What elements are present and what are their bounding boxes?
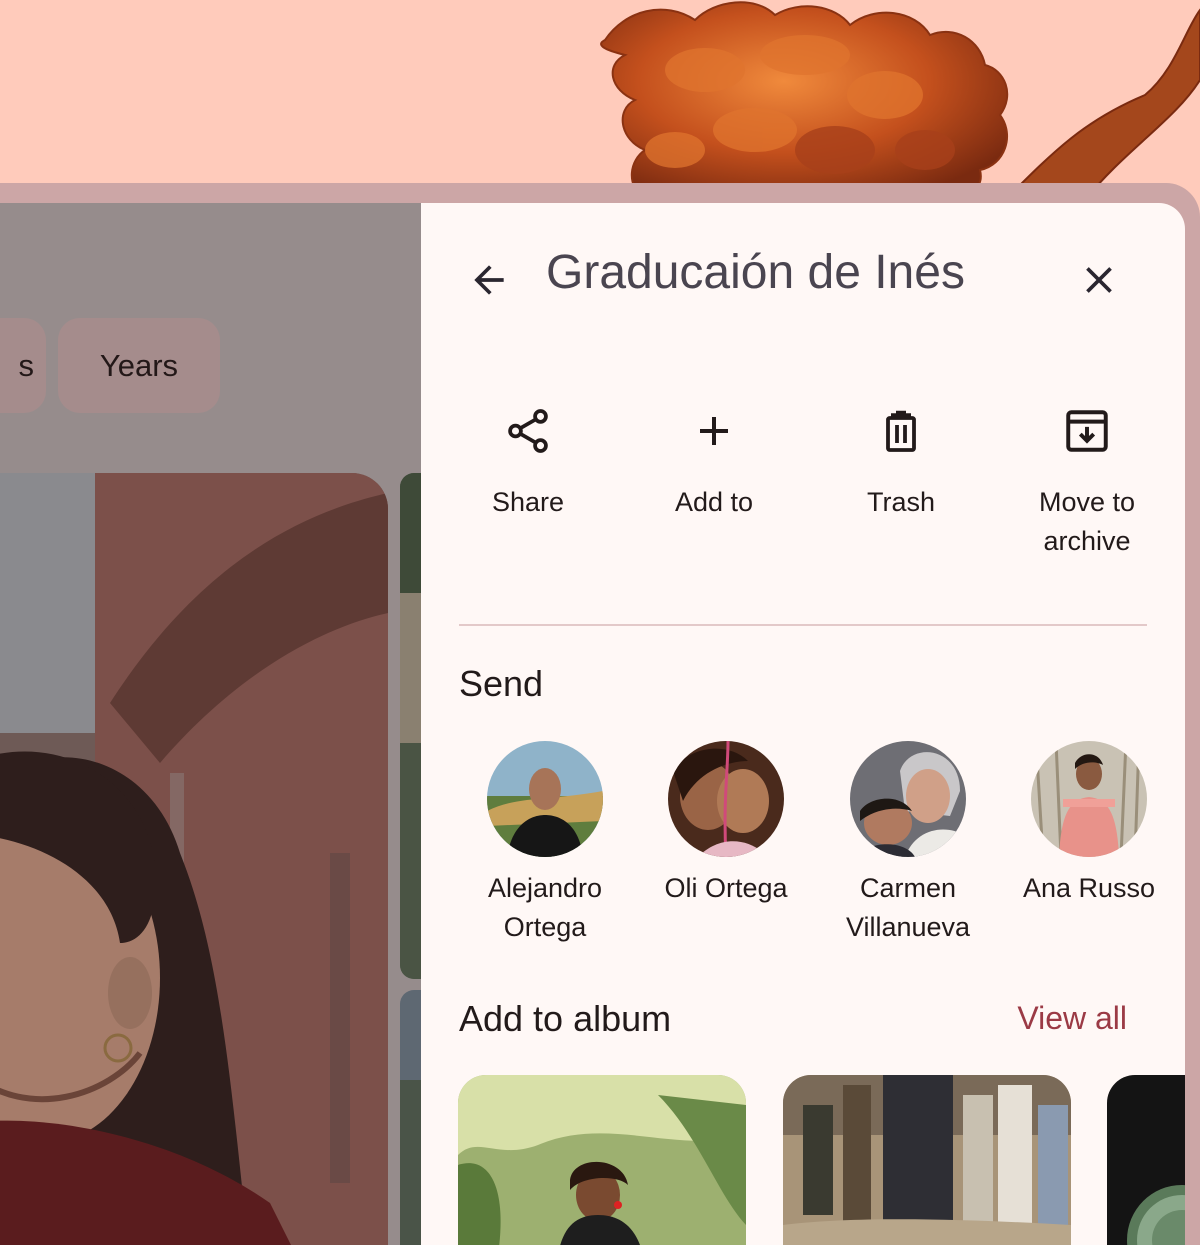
view-all-link[interactable]: View all: [1017, 1000, 1127, 1037]
filter-chip-partial[interactable]: s: [0, 318, 46, 413]
chip-label: Years: [99, 347, 179, 383]
background-app: s Years: [0, 203, 421, 1245]
contact-ana-russo[interactable]: Ana Russo: [1004, 741, 1174, 908]
sheet-header: Graducaión de Inés: [421, 203, 1185, 358]
avatar: [1031, 741, 1147, 857]
add-to-album-title: Add to album: [459, 998, 672, 1039]
avatar: [668, 741, 784, 857]
trash-icon: [886, 410, 916, 452]
quick-actions: Share Add to Trash Move to archive: [421, 403, 1185, 573]
share-icon: [508, 409, 548, 453]
action-label: Add to: [674, 487, 754, 517]
add-to-action[interactable]: Add to: [621, 403, 807, 522]
filter-chip-years[interactable]: Years: [58, 318, 220, 413]
trash-action[interactable]: Trash: [808, 403, 994, 522]
contact-carmen-villanueva[interactable]: Carmen Villanueva: [823, 741, 993, 947]
share-action[interactable]: Share: [435, 403, 621, 522]
plus-icon: [700, 417, 728, 445]
contact-name: Oli Ortega: [664, 873, 788, 903]
section-divider: [459, 624, 1147, 626]
album-thumbnail[interactable]: [1107, 1075, 1185, 1245]
close-icon: [1086, 267, 1112, 293]
device-frame: s Years Graducaión de Inés Share Add to …: [0, 183, 1200, 1245]
chip-label: s: [18, 347, 35, 383]
arrow-back-icon: [474, 265, 504, 295]
photo-main[interactable]: [0, 473, 388, 1245]
sheet-title: Graducaión de Inés: [546, 246, 965, 299]
contact-name: Ana Russo: [1022, 873, 1156, 903]
avatar: [487, 741, 603, 857]
contact-alejandro-ortega[interactable]: Alejandro Ortega: [460, 741, 630, 947]
move-to-archive-action[interactable]: Move to archive: [994, 403, 1180, 561]
contact-name: Alejandro Ortega: [487, 873, 603, 942]
action-label: Move to archive: [1038, 487, 1136, 556]
photo-thumbnail[interactable]: [400, 473, 421, 979]
back-button[interactable]: [459, 250, 519, 310]
photo-details-sheet: Graducaión de Inés Share Add to Trash Mo…: [421, 203, 1185, 1245]
contact-oli-ortega[interactable]: Oli Ortega: [641, 741, 811, 908]
seaweed-illustration: [600, 1, 1200, 200]
action-label: Share: [491, 487, 565, 517]
contact-name: Carmen Villanueva: [845, 873, 971, 942]
action-label: Trash: [866, 487, 935, 517]
album-thumbnail[interactable]: [458, 1075, 746, 1245]
avatar: [850, 741, 966, 857]
archive-icon: [1066, 410, 1108, 452]
close-button[interactable]: [1069, 250, 1129, 310]
album-thumbnail[interactable]: [783, 1075, 1071, 1245]
photo-thumbnail[interactable]: [400, 990, 421, 1245]
send-section-title: Send: [459, 663, 544, 704]
